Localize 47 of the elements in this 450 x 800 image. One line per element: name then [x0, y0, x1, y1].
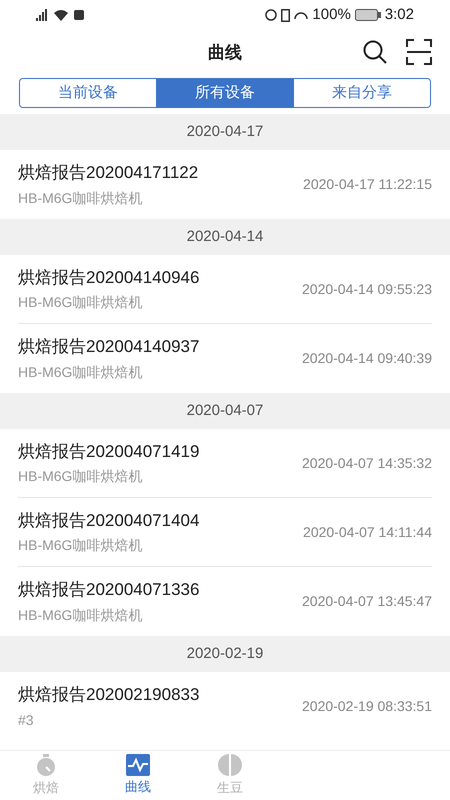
battery-percent: 100% [312, 4, 351, 25]
report-time: 2020-04-07 14:11:44 [303, 522, 432, 542]
report-row[interactable]: 烘焙报告202002190833 #3 2020-02-19 08:33:51 [18, 672, 432, 741]
report-title: 烘焙报告202002190833 [18, 684, 200, 706]
report-title: 烘焙报告202004171122 [18, 162, 198, 184]
report-device: HB-M6G咖啡烘焙机 [18, 293, 144, 312]
report-time: 2020-04-17 11:22:15 [303, 175, 432, 194]
report-device: HB-M6G咖啡烘焙机 [18, 188, 144, 208]
line-chart-icon [126, 754, 150, 776]
report-time: 2020-04-14 09:40:39 [302, 349, 432, 368]
report-device: HB-M6G咖啡烘焙机 [18, 606, 144, 625]
report-title: 烘焙报告202004071336 [18, 579, 200, 602]
date-header: 2020-04-07 [0, 393, 450, 429]
nav-tab[interactable]: 曲线 [92, 751, 184, 800]
tab[interactable]: 所有设备 [156, 79, 293, 107]
report-row[interactable]: 烘焙报告202004140937 HB-M6G咖啡烘焙机 2020-04-14 09:40:39 [18, 324, 432, 393]
report-title: 烘焙报告202004071419 [18, 440, 200, 463]
report-time: 2020-04-14 09:55:23 [302, 280, 432, 298]
report-row[interactable]: 烘焙报告202004071336 HB-M6G咖啡烘焙机 2020-04-07 13:45:47 [18, 567, 432, 636]
report-device: HB-M6G咖啡烘焙机 [18, 362, 144, 382]
date-header: 2020-04-17 [0, 114, 450, 150]
bean-icon [218, 753, 242, 778]
report-title: 烘焙报告202004071404 [18, 510, 200, 532]
report-row[interactable]: 烘焙报告202004140946 HB-M6G咖啡烘焙机 2020-04-14 09:55:23 [18, 255, 432, 324]
wifi-icon [54, 9, 68, 21]
tab[interactable]: 来自分享 [293, 79, 430, 107]
alarm-icon [265, 9, 278, 21]
search-icon[interactable] [362, 39, 388, 65]
scan-icon[interactable] [406, 39, 432, 65]
page-title: 曲线 [208, 42, 242, 64]
report-device: #3 [18, 710, 35, 730]
report-row[interactable]: 烘焙报告202004171122 HB-M6G咖啡烘焙机 2020-04-17 11:22:15 [18, 150, 432, 219]
report-row[interactable]: 烘焙报告202004071419 HB-M6G咖啡烘焙机 2020-04-07 14:35:32 [18, 429, 432, 498]
report-time: 2020-04-07 13:45:47 [302, 592, 432, 611]
stopwatch-icon [34, 753, 58, 778]
report-device: HB-M6G咖啡烘焙机 [18, 536, 144, 556]
battery-icon [354, 9, 381, 21]
date-header: 2020-02-19 [0, 636, 450, 672]
clock-time: 3:02 [384, 4, 414, 25]
report-time: 2020-04-07 14:35:32 [302, 454, 432, 472]
report-title: 烘焙报告202004140946 [18, 266, 200, 289]
report-time: 2020-02-19 08:33:51 [302, 697, 432, 716]
report-device: HB-M6G咖啡烘焙机 [18, 467, 144, 486]
signal-icon [36, 9, 48, 21]
date-header: 2020-04-14 [0, 219, 450, 255]
report-title: 烘焙报告202004140937 [18, 336, 200, 358]
report-row[interactable]: 烘焙报告202004071404 HB-M6G咖啡烘焙机 2020-04-07 14:11:44 [18, 498, 432, 567]
